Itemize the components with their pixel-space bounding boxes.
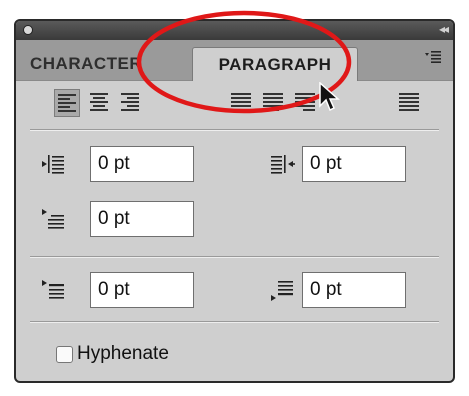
panel-menu-icon[interactable] [425, 50, 441, 68]
align-center-icon [90, 93, 108, 111]
first-line-indent-icon [42, 209, 66, 231]
hyphenate-checkbox[interactable] [56, 346, 73, 363]
left-indent-field[interactable]: 0 pt [90, 146, 194, 182]
align-left-icon [58, 94, 76, 112]
left-indent-icon [42, 153, 66, 175]
right-indent-icon [271, 153, 295, 175]
align-left-button[interactable] [54, 89, 80, 117]
first-line-indent-field[interactable]: 0 pt [90, 201, 194, 237]
divider [30, 129, 439, 131]
double-chevron-left-icon[interactable]: ◂◂ [439, 22, 449, 36]
space-before-icon [42, 280, 66, 302]
divider [30, 321, 439, 323]
space-before-field[interactable]: 0 pt [90, 272, 194, 308]
close-icon[interactable] [23, 25, 33, 35]
align-center-button[interactable] [86, 89, 112, 117]
mouse-cursor-icon [319, 82, 340, 112]
justify-all-icon [399, 93, 419, 111]
space-after-icon [271, 280, 295, 302]
space-after-field[interactable]: 0 pt [302, 272, 406, 308]
hyphenate-label[interactable]: Hyphenate [77, 343, 169, 365]
divider [30, 256, 439, 258]
justify-all-button[interactable] [396, 89, 422, 117]
right-indent-field[interactable]: 0 pt [302, 146, 406, 182]
